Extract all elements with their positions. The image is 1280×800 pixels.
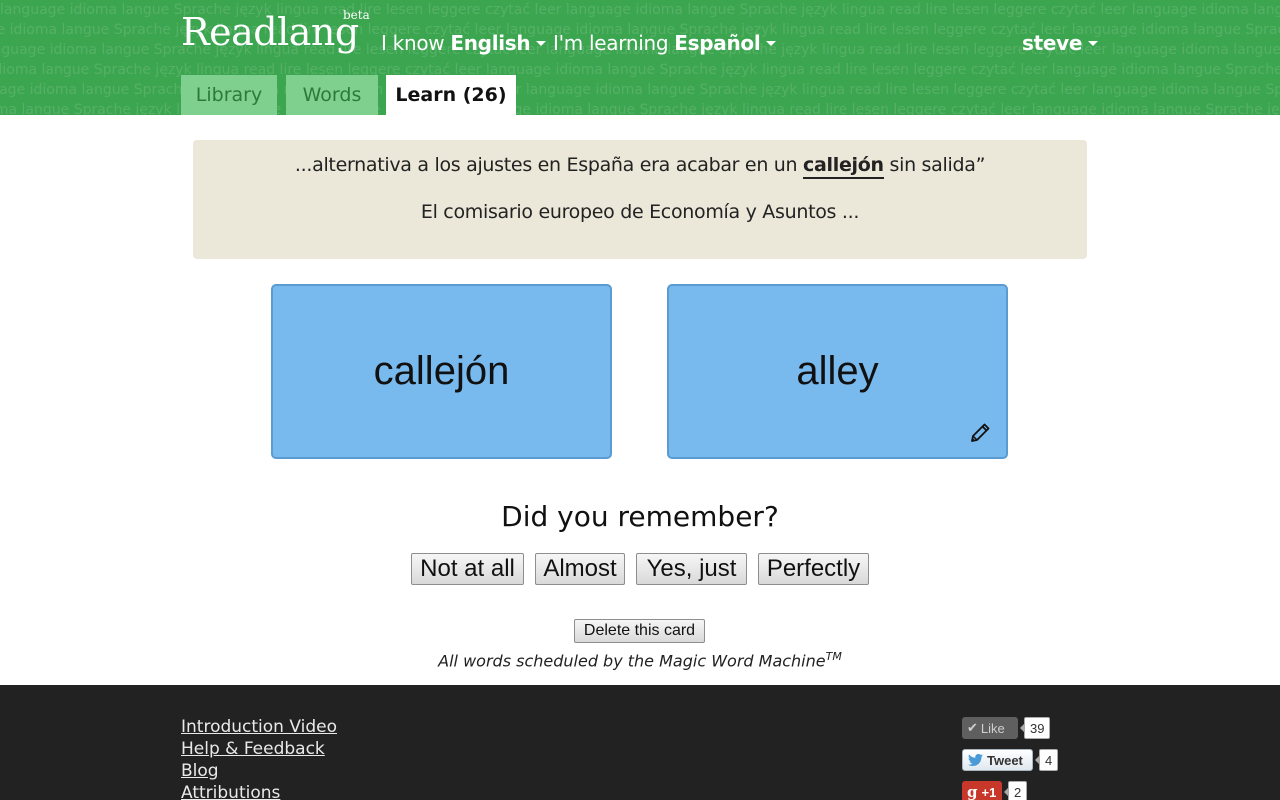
pencil-icon[interactable] [968, 421, 992, 445]
footer-link-intro-video[interactable]: Introduction Video [181, 717, 337, 737]
known-language-dropdown[interactable]: I know English [381, 31, 547, 55]
footer-link-help-feedback[interactable]: Help & Feedback [181, 739, 325, 759]
tweet-button[interactable]: Tweet [962, 749, 1033, 771]
caret-down-icon [536, 41, 547, 46]
like-label: Like [980, 720, 1005, 736]
learning-language-prefix: I'm learning [553, 31, 669, 55]
footer-link-blog[interactable]: Blog [181, 761, 219, 781]
gplus-label: +1 [981, 784, 997, 800]
flashcard-back-translation: alley [796, 349, 879, 393]
context-box: ...alternativa a los ajustes en España e… [193, 140, 1087, 259]
caret-down-icon [1088, 41, 1099, 46]
header: language idioma langue Sprache język lin… [0, 0, 1280, 115]
scheduler-note: All words scheduled by the Magic Word Ma… [0, 650, 1280, 670]
footer: Introduction Video Help & Feedback Blog … [0, 685, 1280, 800]
scheduler-text: All words scheduled by the Magic Word Ma… [438, 651, 826, 671]
context-highlighted-word: callejón [803, 154, 884, 179]
almost-button[interactable]: Almost [535, 553, 625, 585]
tweet-count: 4 [1034, 749, 1059, 771]
flashcard-back[interactable]: alley [667, 284, 1008, 459]
context-before: ...alternativa a los ajustes en España e… [294, 154, 798, 176]
tweet-label: Tweet [987, 752, 1023, 768]
known-language-value: English [450, 31, 531, 55]
flashcard-front[interactable]: callejón [271, 284, 612, 459]
user-menu[interactable]: steve [1022, 31, 1099, 55]
not-at-all-button[interactable]: Not at all [411, 553, 524, 585]
context-after: sin salida” [889, 154, 986, 176]
beta-label: beta [343, 8, 370, 22]
username: steve [1022, 31, 1083, 55]
gplus-count: 2 [1003, 781, 1028, 800]
context-sentence: ...alternativa a los ajustes en España e… [193, 154, 1087, 179]
facebook-like-button[interactable]: ✔ Like [962, 717, 1018, 739]
footer-link-attributions[interactable]: Attributions [181, 783, 280, 800]
tab-learn[interactable]: Learn (26) [386, 75, 516, 115]
context-next-sentence: El comisario europeo de Economía y Asunt… [420, 201, 860, 223]
known-language-prefix: I know [381, 31, 445, 55]
tab-words[interactable]: Words [286, 75, 378, 115]
twitter-bird-icon [968, 754, 983, 766]
caret-down-icon [766, 41, 777, 46]
facebook-like-widget: ✔ Like 39 [962, 717, 1051, 739]
perfectly-button[interactable]: Perfectly [758, 553, 869, 585]
tab-library[interactable]: Library [181, 75, 277, 115]
trademark: TM [825, 650, 842, 663]
google-plus-button[interactable]: g +1 [962, 781, 1002, 800]
delete-card-button[interactable]: Delete this card [574, 619, 705, 643]
learning-language-value: Español [674, 31, 761, 55]
learning-language-dropdown[interactable]: I'm learning Español [553, 31, 777, 55]
google-g-icon: g [967, 783, 978, 800]
yes-just-button[interactable]: Yes, just [636, 553, 747, 585]
google-plus-widget: g +1 2 [962, 781, 1028, 800]
checkmark-icon: ✔ [967, 720, 978, 735]
flashcard-front-word: callejón [373, 349, 510, 393]
recall-question: Did you remember? [501, 500, 779, 533]
logo[interactable]: Readlang [181, 10, 359, 54]
like-count: 39 [1019, 717, 1051, 739]
tweet-widget: Tweet 4 [962, 749, 1059, 771]
